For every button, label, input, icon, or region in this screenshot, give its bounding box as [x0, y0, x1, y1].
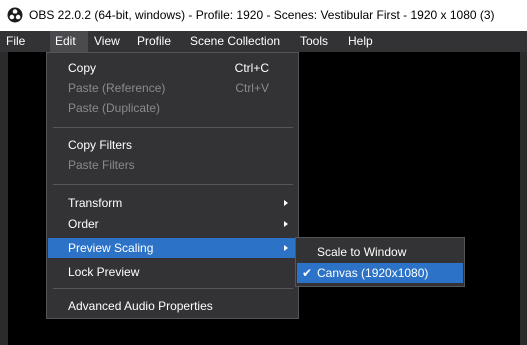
submenu-item-scale-to-window[interactable]: Scale to Window — [297, 242, 463, 262]
menu-item-label: Advanced Audio Properties — [68, 299, 213, 313]
menu-scene-collection[interactable]: Scene Collection — [190, 34, 280, 48]
menu-profile[interactable]: Profile — [137, 34, 171, 48]
menu-separator — [53, 288, 293, 289]
menu-item-lock-preview[interactable]: Lock Preview — [48, 262, 298, 282]
submenu-arrow-icon — [284, 200, 288, 206]
menu-edit[interactable]: Edit — [50, 31, 88, 52]
menu-item-paste-reference[interactable]: Paste (Reference) Ctrl+V — [48, 78, 298, 98]
obs-logo-icon — [7, 7, 23, 23]
menu-item-paste-filters[interactable]: Paste Filters — [48, 155, 298, 175]
title-bar: OBS 22.0.2 (64-bit, windows) - Profile: … — [0, 0, 527, 31]
menu-item-shortcut: Ctrl+C — [234, 61, 269, 75]
menu-file[interactable]: File — [6, 34, 25, 48]
menu-item-label: Order — [68, 217, 99, 231]
menu-item-label: Preview Scaling — [68, 241, 154, 255]
menu-item-copy[interactable]: Copy Ctrl+C — [48, 58, 298, 78]
checkmark-icon: ✔ — [302, 266, 313, 280]
menu-item-label: Paste (Duplicate) — [68, 101, 161, 115]
menu-view[interactable]: View — [94, 34, 120, 48]
menu-tools[interactable]: Tools — [300, 34, 328, 48]
menu-separator — [53, 184, 293, 185]
preview-scaling-submenu: Scale to Window ✔ Canvas (1920x1080) — [295, 237, 465, 287]
menu-item-transform[interactable]: Transform — [48, 193, 298, 213]
menu-item-label: Copy Filters — [68, 138, 133, 152]
menu-item-label: Paste (Reference) — [68, 81, 166, 95]
menu-item-label: Scale to Window — [317, 245, 407, 259]
menu-item-copy-filters[interactable]: Copy Filters — [48, 135, 298, 155]
menu-item-preview-scaling[interactable]: Preview Scaling — [48, 238, 298, 258]
menu-item-label: Paste Filters — [68, 158, 135, 172]
menu-item-order[interactable]: Order — [48, 214, 298, 234]
menu-bar: File Edit View Profile Scene Collection … — [0, 31, 527, 52]
submenu-arrow-icon — [284, 245, 288, 251]
menu-item-shortcut: Ctrl+V — [235, 81, 269, 95]
submenu-item-canvas[interactable]: ✔ Canvas (1920x1080) — [297, 263, 463, 283]
menu-item-label: Copy — [68, 61, 97, 75]
menu-separator — [53, 127, 293, 128]
edit-dropdown-menu: Copy Ctrl+C Paste (Reference) Ctrl+V Pas… — [46, 52, 299, 319]
menu-item-advanced-audio[interactable]: Advanced Audio Properties — [48, 296, 298, 316]
menu-item-paste-duplicate[interactable]: Paste (Duplicate) — [48, 98, 298, 118]
window-title: OBS 22.0.2 (64-bit, windows) - Profile: … — [29, 8, 495, 22]
menu-help[interactable]: Help — [348, 34, 373, 48]
submenu-arrow-icon — [284, 221, 288, 227]
menu-item-label: Transform — [68, 196, 123, 210]
menu-item-label: Canvas (1920x1080) — [317, 266, 429, 280]
menu-item-label: Lock Preview — [68, 265, 140, 279]
